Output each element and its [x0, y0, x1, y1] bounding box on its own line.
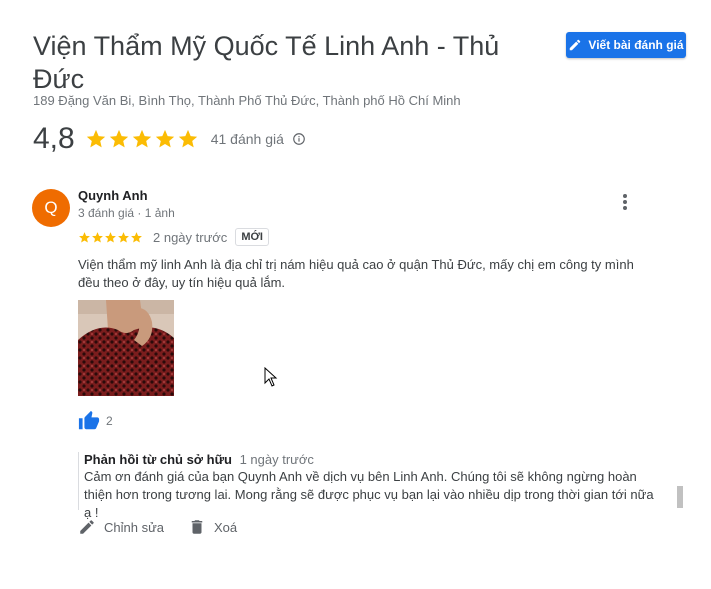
mouse-cursor-icon — [264, 367, 278, 387]
pencil-icon — [570, 39, 581, 51]
reviewer-meta: 3 đánh giá · 1 ảnh — [78, 206, 175, 220]
star-icon — [86, 129, 105, 148]
scrollbar-thumb[interactable] — [677, 486, 683, 508]
like-count: 2 — [106, 414, 113, 428]
star-icon — [79, 231, 90, 242]
more-vert-icon[interactable] — [618, 193, 632, 211]
review-photo[interactable] — [78, 300, 174, 396]
delete-label: Xoá — [214, 519, 238, 535]
place-title: Viện Thẩm Mỹ Quốc Tế Linh Anh - Thủ Đức — [33, 31, 500, 94]
info-icon[interactable] — [292, 132, 306, 146]
thumbs-up-icon — [78, 410, 100, 430]
owner-reply: Phản hồi từ chủ sở hữu 1 ngày trước Cảm … — [78, 452, 680, 520]
delete-button[interactable]: Xoá — [188, 518, 237, 536]
write-review-label: Viết bài đánh giá — [588, 38, 684, 52]
owner-reply-text: Cảm ơn đánh giá của bạn Quynh Anh về dịc… — [84, 469, 654, 520]
edit-button[interactable]: Chỉnh sửa — [78, 518, 164, 536]
owner-reply-label: Phản hồi từ chủ sở hữu — [84, 452, 232, 467]
like-button[interactable]: 2 — [78, 410, 113, 432]
rating-value: 4,8 — [33, 122, 75, 155]
photo-image — [78, 300, 174, 396]
avatar[interactable]: Q — [32, 189, 70, 227]
star-icon — [178, 129, 197, 148]
reviewer-name[interactable]: Quynh Anh — [78, 188, 148, 203]
pencil-icon — [80, 520, 94, 534]
star-icon — [109, 129, 128, 148]
place-address: 189 Đặng Văn Bi, Bình Thọ, Thành Phố Thủ… — [33, 93, 461, 108]
star-icon — [132, 129, 151, 148]
star-icon — [92, 231, 103, 242]
edit-label: Chỉnh sửa — [104, 519, 165, 535]
review-date: 2 ngày trước — [153, 229, 228, 245]
owner-actions: Chỉnh sửa Xoá — [78, 518, 261, 536]
trash-icon — [191, 520, 203, 534]
rating-stars — [85, 128, 199, 150]
review-count[interactable]: 41 đánh giá — [211, 131, 284, 147]
star-icon — [155, 129, 174, 148]
rating-summary: 4,8 41 đánh giá — [33, 122, 306, 156]
review-text: Viện thẩm mỹ linh Anh là địa chỉ trị nám… — [78, 257, 634, 290]
owner-reply-date: 1 ngày trước — [239, 452, 314, 467]
new-badge: MỚI — [235, 228, 269, 246]
review-stars — [78, 231, 143, 244]
review-rating-row: 2 ngày trước MỚI — [78, 228, 269, 246]
star-icon — [105, 231, 116, 242]
star-icon — [131, 231, 142, 242]
owner-reply-header: Phản hồi từ chủ sở hữu 1 ngày trước — [84, 452, 680, 467]
write-review-button[interactable]: Viết bài đánh giá — [566, 32, 686, 58]
star-icon — [118, 231, 129, 242]
